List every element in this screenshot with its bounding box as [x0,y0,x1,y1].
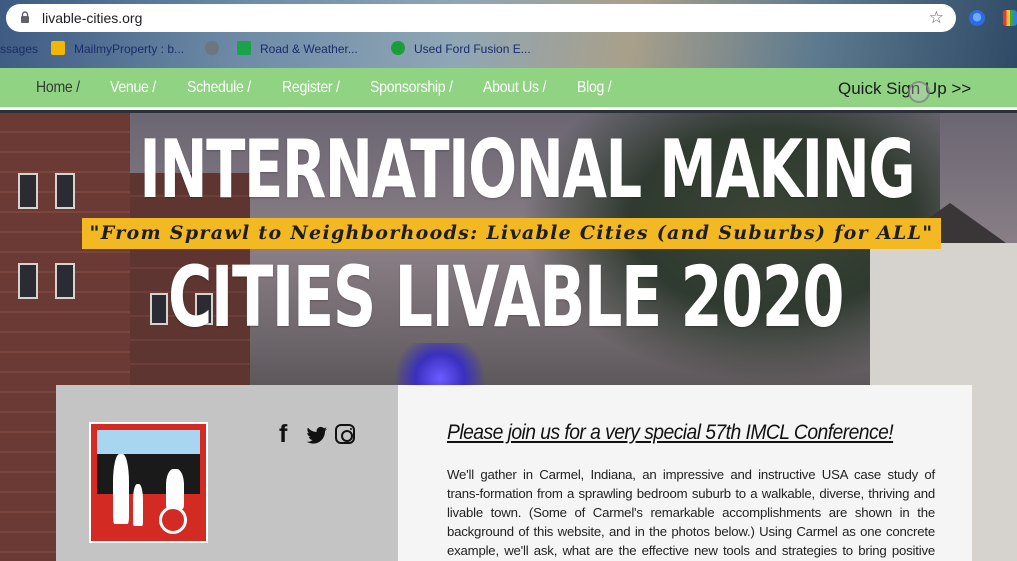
window [55,173,75,209]
logo-figure [166,469,184,509]
bookmark-star-icon[interactable]: ☆ [929,8,944,28]
bookmark-item[interactable]: MailmyProperty : b... [74,42,184,56]
bookmark-favicon-icon [237,41,251,55]
nav-blog[interactable]: Blog / [577,79,612,97]
bookmark-item[interactable]: Used Ford Fusion E... [414,42,531,56]
quick-signup-link[interactable]: Quick Sign Up >> [838,79,971,99]
bookmark-item[interactable]: ssages [0,42,38,56]
logo-bicycle-wheel [159,506,187,534]
extension-color-icon[interactable] [1003,10,1017,26]
nav-register[interactable]: Register / [282,79,340,97]
url-text[interactable]: livable-cities.org [42,10,142,26]
hero-title-line1: INTERNATIONAL MAKING [139,123,915,216]
nav-about-us[interactable]: About Us / [483,79,546,97]
facebook-icon[interactable]: f [279,422,287,447]
imcl-logo[interactable] [89,422,208,543]
window [18,263,38,299]
window [55,263,75,299]
hero-title-line2: CITIES LIVABLE 2020 [167,248,845,346]
cursor-overlay-icon [908,81,930,103]
bookmark-favicon-icon [51,41,65,55]
hero-tagline: "From Sprawl to Neighborhoods: Livable C… [82,218,941,249]
logo-figure [133,484,143,526]
bookmarks-bar: ssages MailmyProperty : b... Road & Weat… [0,38,1017,62]
content-body: We'll gather in Carmel, Indiana, an impr… [447,467,935,558]
bookmark-item[interactable]: Road & Weather... [260,42,358,56]
instagram-icon[interactable] [335,424,355,444]
lock-icon [21,11,29,23]
nav-sponsorship[interactable]: Sponsorship / [370,79,453,97]
address-bar[interactable]: livable-cities.org ☆ [6,4,956,32]
extension-icon[interactable] [969,10,985,26]
nav-home[interactable]: Home / [36,79,80,97]
site-nav: Home / Venue / Schedule / Register / Spo… [0,68,1017,110]
nav-schedule[interactable]: Schedule / [187,79,251,97]
content-headline: Please join us for a very special 57th I… [447,421,894,444]
nav-venue[interactable]: Venue / [110,79,156,97]
window [18,173,38,209]
bookmark-favicon-icon [391,41,405,55]
twitter-icon[interactable] [306,424,328,448]
globe-icon [205,41,219,55]
logo-figure [113,454,129,524]
browser-chrome: livable-cities.org ☆ ssages MailmyProper… [0,0,1017,68]
